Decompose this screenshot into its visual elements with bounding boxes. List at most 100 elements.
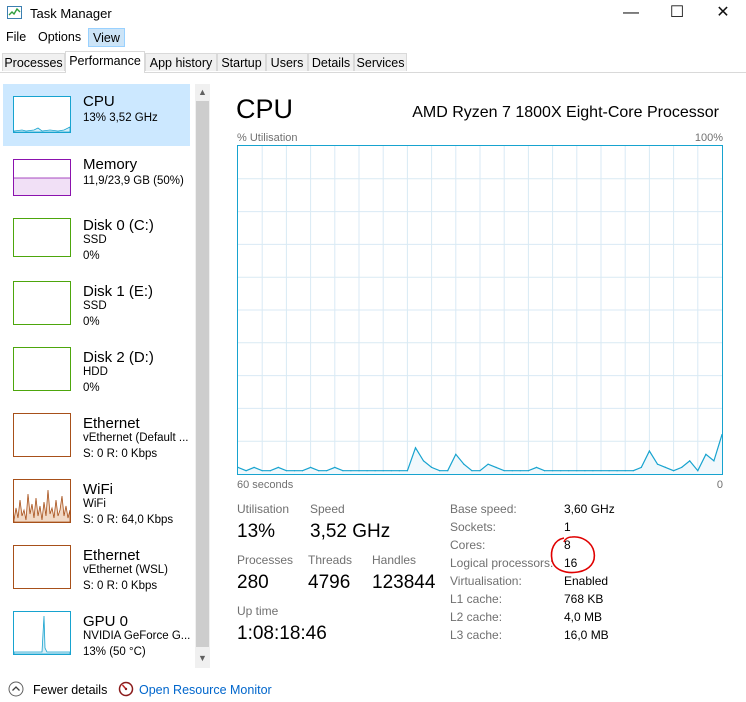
cpu-usage-point [398, 470, 400, 472]
cpu-usage-point [632, 470, 634, 472]
scrollbar-thumb[interactable] [196, 101, 209, 647]
minimize-button[interactable]: — [608, 0, 654, 28]
close-button[interactable]: ✕ [700, 0, 746, 28]
cpu-usage-point [640, 466, 642, 468]
maximize-button[interactable]: ☐ [654, 0, 700, 28]
tab-services[interactable]: Services [354, 53, 407, 71]
cpu-usage-point [471, 470, 473, 472]
sidebar-item-type: SSD [83, 300, 107, 312]
cpu-chart-svg [237, 146, 723, 474]
threads-value: 4796 [308, 572, 351, 593]
processor-name: AMD Ryzen 7 1800X Eight-Core Processor [412, 104, 719, 121]
sidebar-item-disk-0[interactable]: Disk 0 (C:) SSD 0% [3, 208, 190, 270]
cpu-usage-point [568, 470, 570, 472]
cpu-usage-point [681, 466, 683, 468]
sidebar-item-memory[interactable]: Memory 11,9/23,9 GB (50%) [3, 147, 190, 209]
tab-app-history[interactable]: App history [145, 53, 217, 71]
base-speed-value: 3,60 GHz [564, 502, 615, 516]
cpu-usage-point [414, 447, 417, 449]
tab-performance[interactable]: Performance [65, 51, 145, 73]
cpu-usage-point [600, 470, 602, 472]
cpu-usage-point [543, 470, 546, 472]
cpu-usage-point [269, 470, 271, 472]
tab-strip: Processes Performance App history Startu… [0, 51, 746, 73]
resource-monitor-icon [118, 681, 134, 697]
sidebar-item-disk-2[interactable]: Disk 2 (D:) HDD 0% [3, 340, 190, 402]
sidebar-item-name: Disk 2 (D:) [83, 349, 154, 366]
sidebar-item-name: Memory [83, 156, 138, 173]
cpu-usage-point [374, 470, 376, 472]
tab-processes[interactable]: Processes [2, 53, 65, 71]
x-axis-min: 0 [716, 479, 723, 491]
speed-value: 3,52 GHz [310, 521, 391, 542]
scroll-up-arrow-icon[interactable]: ▲ [195, 87, 210, 97]
tab-users[interactable]: Users [266, 53, 308, 71]
cpu-usage-point [406, 470, 408, 472]
sidebar-item-ethernet-wsl[interactable]: Ethernet vEthernet (WSL) S: 0 R: 0 Kbps [3, 538, 190, 600]
cpu-usage-point [463, 463, 465, 465]
sidebar-item-detail: 0% [83, 250, 100, 262]
y-axis-label: % Utilisation [237, 132, 298, 144]
x-axis-label: 60 seconds [237, 479, 294, 491]
cpu-usage-point [431, 466, 433, 468]
cpu-usage-point [616, 470, 618, 472]
cpu-usage-point [535, 466, 538, 468]
cpu-usage-point [608, 470, 610, 472]
sidebar-item-wifi[interactable]: WiFi WiFi S: 0 R: 64,0 Kbps [3, 472, 190, 534]
cpu-usage-point [495, 466, 497, 468]
scroll-down-arrow-icon[interactable]: ▼ [195, 653, 210, 663]
cpu-details-panel: CPU AMD Ryzen 7 1800X Eight-Core Process… [210, 84, 746, 674]
fewer-details-button[interactable]: Fewer details [33, 683, 107, 697]
processes-label: Processes [237, 553, 294, 567]
cpu-usage-point [519, 470, 521, 472]
cores-label: Cores: [450, 538, 486, 552]
sidebar-item-disk-1[interactable]: Disk 1 (E:) SSD 0% [3, 274, 190, 336]
cpu-usage-point [326, 470, 328, 472]
utilisation-value: 13% [237, 521, 276, 542]
window-title: Task Manager [30, 6, 112, 21]
sidebar-item-gpu-0[interactable]: GPU 0 NVIDIA GeForce G... 13% (50 °C) [3, 604, 190, 666]
cpu-usage-point [592, 470, 594, 472]
sidebar-item-name: GPU 0 [83, 613, 129, 630]
collapse-chevron-icon[interactable] [8, 681, 24, 697]
sidebar-item-name: Ethernet [83, 415, 140, 432]
sidebar-item-cpu[interactable]: CPU 13% 3,52 GHz [3, 84, 190, 146]
wifi-thumbnail-graph [13, 479, 71, 523]
open-resource-monitor-link[interactable]: Open Resource Monitor [139, 683, 272, 697]
cpu-usage-point [350, 470, 352, 472]
processes-value: 280 [237, 572, 269, 593]
l1-cache-label: L1 cache: [450, 592, 503, 606]
l3-cache-label: L3 cache: [450, 628, 503, 642]
sidebar-item-name: WiFi [83, 481, 113, 498]
sidebar-item-detail: 11,9/23,9 GB (50%) [83, 175, 184, 187]
tab-startup[interactable]: Startup [217, 53, 266, 71]
cpu-usage-point [697, 470, 699, 472]
cpu-usage-point [261, 470, 263, 472]
sidebar-item-adapter: NVIDIA GeForce G... [83, 630, 191, 642]
l3-cache-value: 16,0 MB [564, 628, 609, 642]
menu-options[interactable]: Options [34, 28, 85, 47]
menu-view[interactable]: View [88, 28, 125, 47]
sidebar-scrollbar[interactable]: ▲ ▼ [195, 84, 210, 668]
sidebar-item-detail: 0% [83, 382, 100, 394]
virtualisation-value: Enabled [564, 574, 609, 588]
l2-cache-label: L2 cache: [450, 610, 503, 624]
tab-details[interactable]: Details [308, 53, 354, 71]
resource-list: CPU 13% 3,52 GHz Memory 11,9/23,9 GB (50… [0, 83, 195, 668]
disk-thumbnail-graph [13, 218, 71, 257]
menu-file[interactable]: File [2, 28, 30, 47]
sidebar-item-adapter: vEthernet (WSL) [83, 564, 168, 576]
sidebar-item-detail: 0% [83, 316, 100, 328]
disk-thumbnail-graph [13, 347, 71, 391]
sidebar-item-ethernet-default[interactable]: Ethernet vEthernet (Default ... S: 0 R: … [3, 406, 190, 468]
y-axis-max: 100% [694, 132, 723, 144]
cpu-usage-point [382, 470, 384, 472]
sidebar-item-adapter: WiFi [83, 498, 106, 510]
cpu-utilisation-graph [237, 145, 723, 475]
sockets-label: Sockets: [450, 520, 497, 534]
cpu-usage-point [503, 470, 505, 472]
memory-thumbnail-graph [13, 159, 71, 196]
cpu-usage-point [705, 453, 707, 455]
sockets-value: 1 [564, 520, 571, 534]
task-manager-icon [7, 6, 22, 19]
